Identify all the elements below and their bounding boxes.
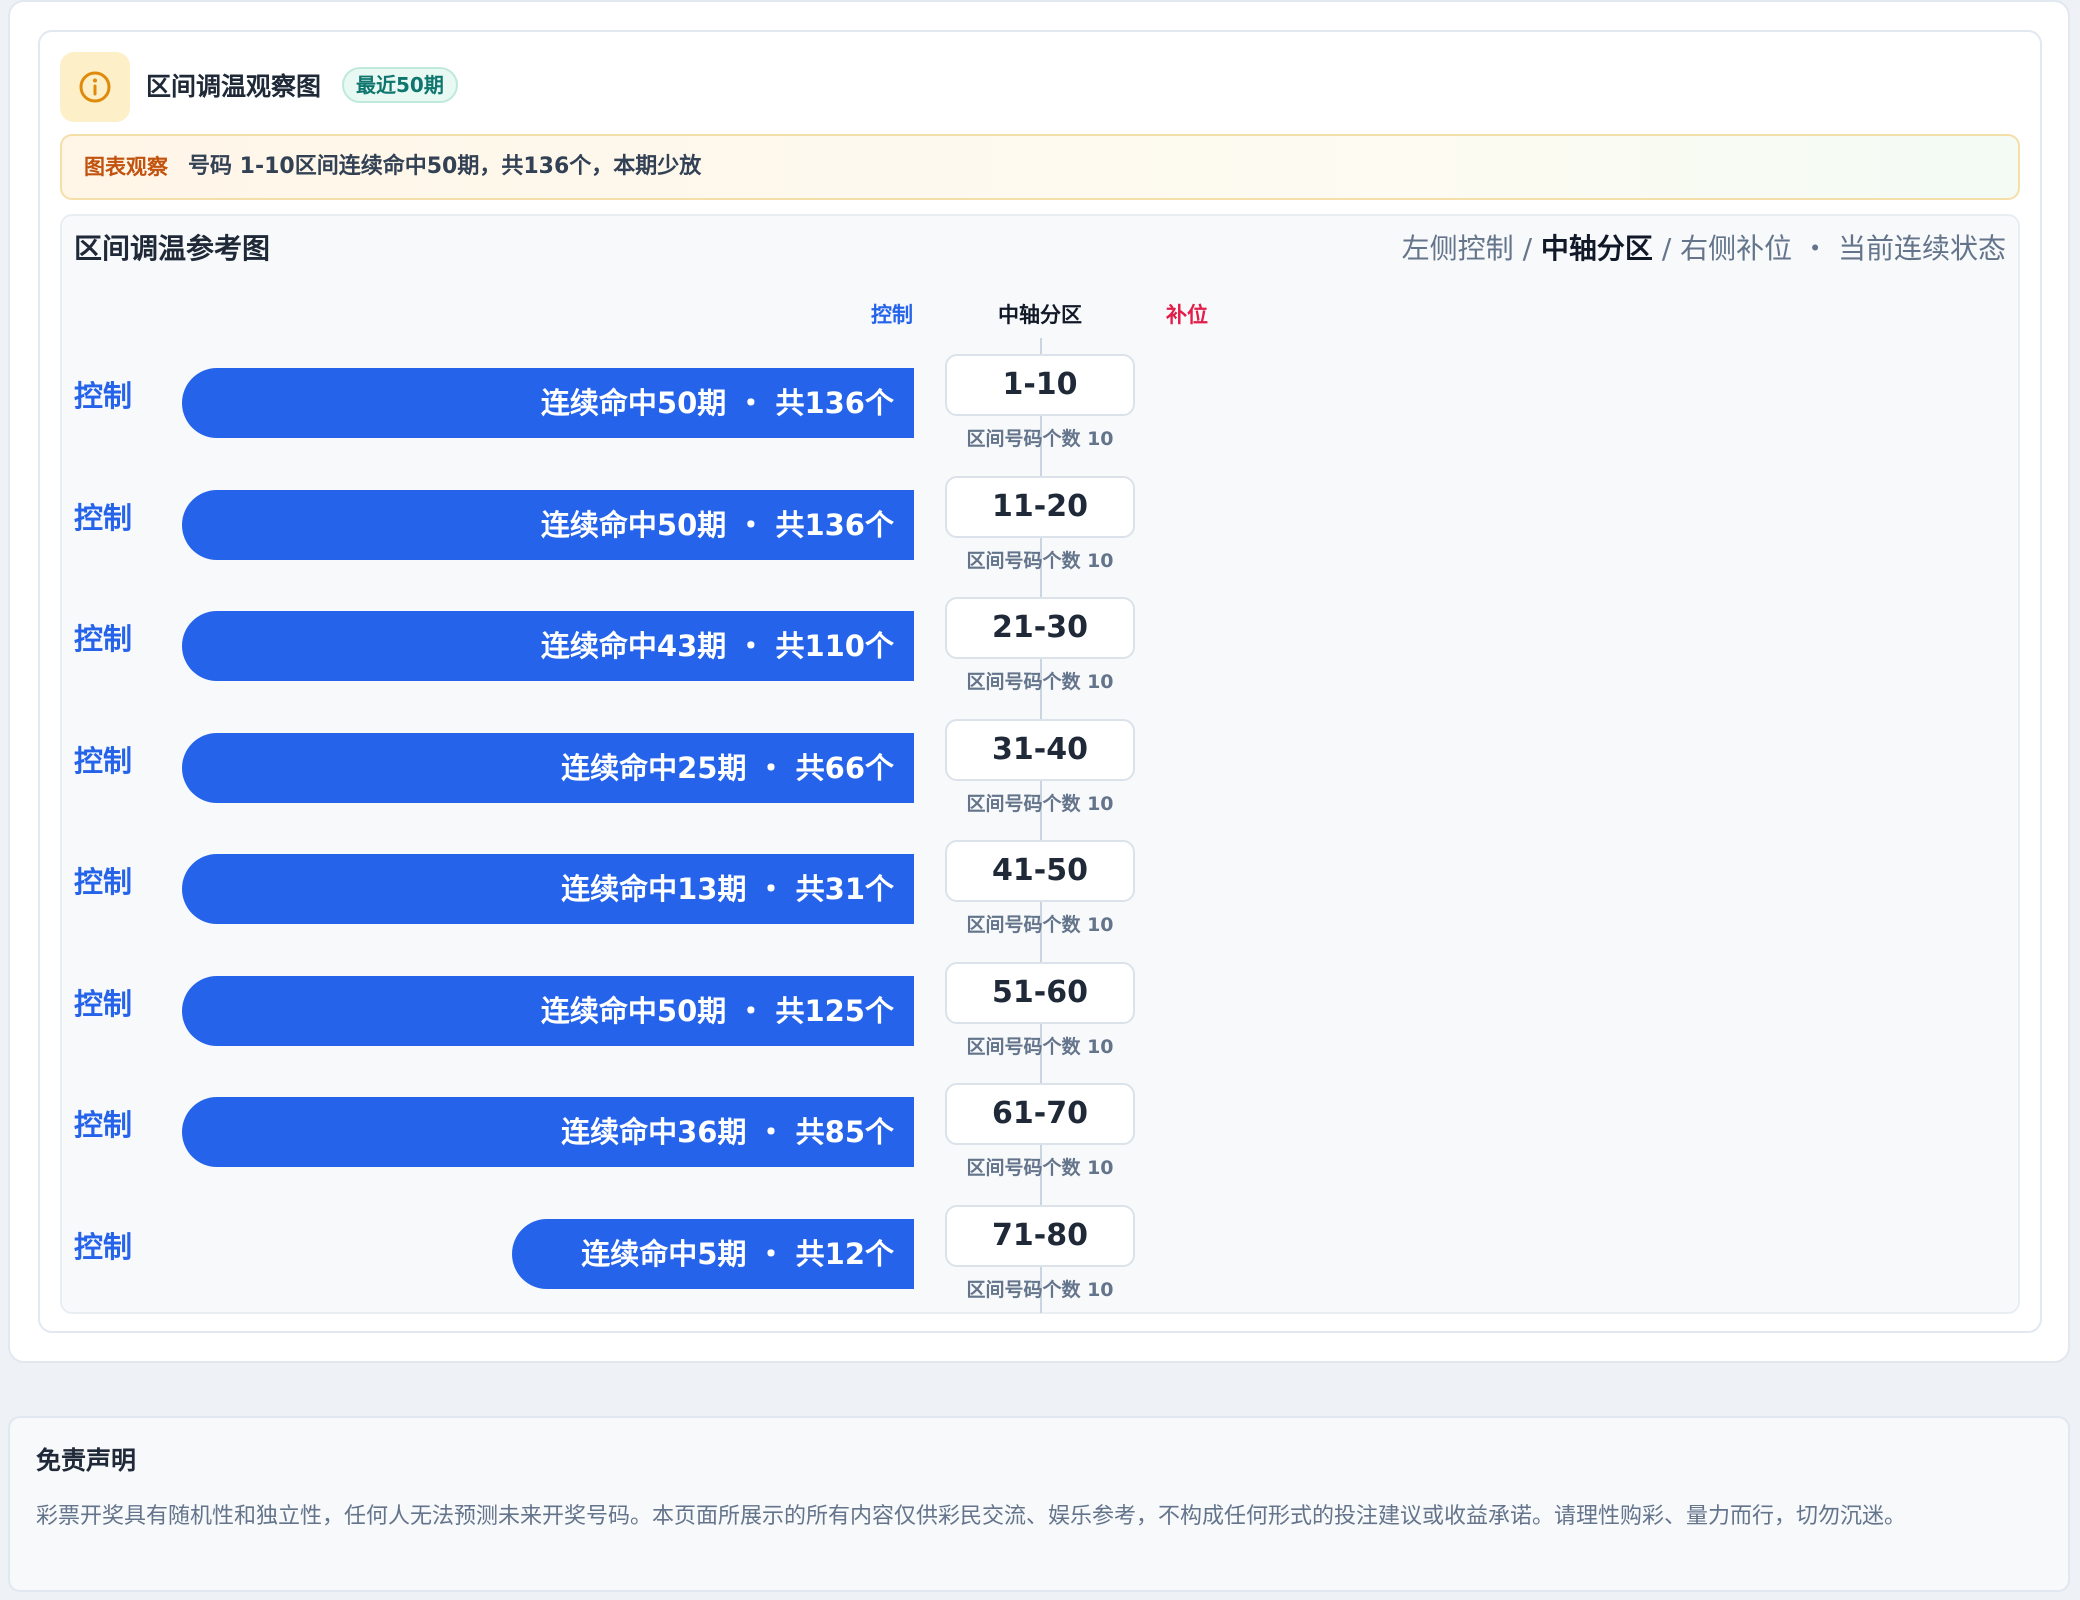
chart-legend: 左侧控制 / 中轴分区 / 右侧补位 ・ 当前连续状态 [1402, 230, 2006, 268]
legend-dot: ・ [1792, 232, 1838, 265]
chart-section-title: 区间调温观察图 [146, 72, 322, 101]
range-box: 1-10 [945, 354, 1135, 416]
streak-bar-label: 连续命中50期 ・ 共125个 [540, 994, 894, 1028]
streak-bar-label: 连续命中43期 ・ 共110个 [540, 629, 894, 663]
row-side-label: 控制 [74, 1230, 133, 1264]
range-count-label: 区间号码个数 10 [966, 1157, 1114, 1179]
range-count-label: 区间号码个数 10 [966, 1279, 1114, 1301]
row-side-label: 控制 [74, 379, 133, 413]
streak-bar-label: 连续命中50期 ・ 共136个 [540, 508, 894, 542]
range-count-label: 区间号码个数 10 [966, 793, 1114, 815]
column-head-control: 控制 [871, 303, 913, 327]
row-side-label: 控制 [74, 987, 133, 1021]
period-badge: 最近50期 [342, 67, 458, 103]
streak-bar-label: 连续命中36期 ・ 共85个 [561, 1115, 894, 1149]
chart-row: 控制 连续命中50期 ・ 共136个 1-10 区间号码个数 10 [0, 354, 2080, 454]
disclaimer-title: 免责声明 [36, 1446, 137, 1475]
range-box: 51-60 [945, 962, 1135, 1024]
chart-row: 控制 连续命中43期 ・ 共110个 21-30 区间号码个数 10 [0, 597, 2080, 697]
legend-right: 右侧补位 [1680, 232, 1793, 265]
observation-banner: 图表观察 号码 1-10区间连续命中50期，共136个，本期少放 [60, 134, 2020, 200]
info-icon-box [60, 52, 130, 122]
streak-bar: 连续命中13期 ・ 共31个 [182, 854, 914, 924]
streak-bar: 连续命中43期 ・ 共110个 [182, 611, 914, 681]
info-icon [79, 71, 111, 103]
legend-sep: / [1513, 232, 1541, 265]
streak-bar: 连续命中50期 ・ 共136个 [182, 368, 914, 438]
chart-row: 控制 连续命中50期 ・ 共136个 11-20 区间号码个数 10 [0, 476, 2080, 576]
range-count-label: 区间号码个数 10 [966, 428, 1114, 450]
legend-left: 左侧控制 [1401, 232, 1514, 265]
range-box: 61-70 [945, 1083, 1135, 1145]
range-box: 71-80 [945, 1205, 1135, 1267]
range-count-label: 区间号码个数 10 [966, 914, 1114, 936]
range-box: 21-30 [945, 597, 1135, 659]
streak-bar: 连续命中5期 ・ 共12个 [512, 1219, 914, 1289]
chart-row: 控制 连续命中13期 ・ 共31个 41-50 区间号码个数 10 [0, 840, 2080, 940]
row-side-label: 控制 [74, 744, 133, 778]
chart-row: 控制 连续命中50期 ・ 共125个 51-60 区间号码个数 10 [0, 962, 2080, 1062]
legend-state: 当前连续状态 [1837, 232, 2006, 265]
streak-bar-label: 连续命中50期 ・ 共136个 [540, 386, 894, 420]
row-side-label: 控制 [74, 622, 133, 656]
chart-row: 控制 连续命中36期 ・ 共85个 61-70 区间号码个数 10 [0, 1083, 2080, 1183]
range-box: 11-20 [945, 476, 1135, 538]
streak-bar-label: 连续命中13期 ・ 共31个 [561, 872, 894, 906]
column-head-axis: 中轴分区 [998, 303, 1082, 327]
row-side-label: 控制 [74, 501, 133, 535]
chart-title: 区间调温参考图 [74, 232, 271, 265]
range-box: 41-50 [945, 840, 1135, 902]
row-side-label: 控制 [74, 865, 133, 899]
range-count-label: 区间号码个数 10 [966, 550, 1114, 572]
disclaimer-card: 免责声明 彩票开奖具有随机性和独立性，任何人无法预测未来开奖号码。本页面所展示的… [8, 1416, 2070, 1592]
streak-bar: 连续命中50期 ・ 共125个 [182, 976, 914, 1046]
streak-bar: 连续命中36期 ・ 共85个 [182, 1097, 914, 1167]
range-count-label: 区间号码个数 10 [966, 1036, 1114, 1058]
streak-bar-label: 连续命中5期 ・ 共12个 [581, 1237, 894, 1271]
legend-mid: 中轴分区 [1540, 232, 1653, 265]
streak-bar: 连续命中25期 ・ 共66个 [182, 733, 914, 803]
column-head-fill: 补位 [1166, 303, 1208, 327]
range-box: 31-40 [945, 719, 1135, 781]
chart-row: 控制 连续命中25期 ・ 共66个 31-40 区间号码个数 10 [0, 719, 2080, 819]
streak-bar-label: 连续命中25期 ・ 共66个 [561, 751, 894, 785]
legend-sep: / [1652, 232, 1681, 265]
streak-bar: 连续命中50期 ・ 共136个 [182, 490, 914, 560]
observation-text: 号码 1-10区间连续命中50期，共136个，本期少放 [188, 154, 702, 179]
range-count-label: 区间号码个数 10 [966, 671, 1114, 693]
disclaimer-text: 彩票开奖具有随机性和独立性，任何人无法预测未来开奖号码。本页面所展示的所有内容仅… [36, 1504, 1907, 1529]
observation-label: 图表观察 [84, 155, 168, 179]
chart-row: 控制 连续命中5期 ・ 共12个 71-80 区间号码个数 10 [0, 1205, 2080, 1305]
row-side-label: 控制 [74, 1108, 133, 1142]
